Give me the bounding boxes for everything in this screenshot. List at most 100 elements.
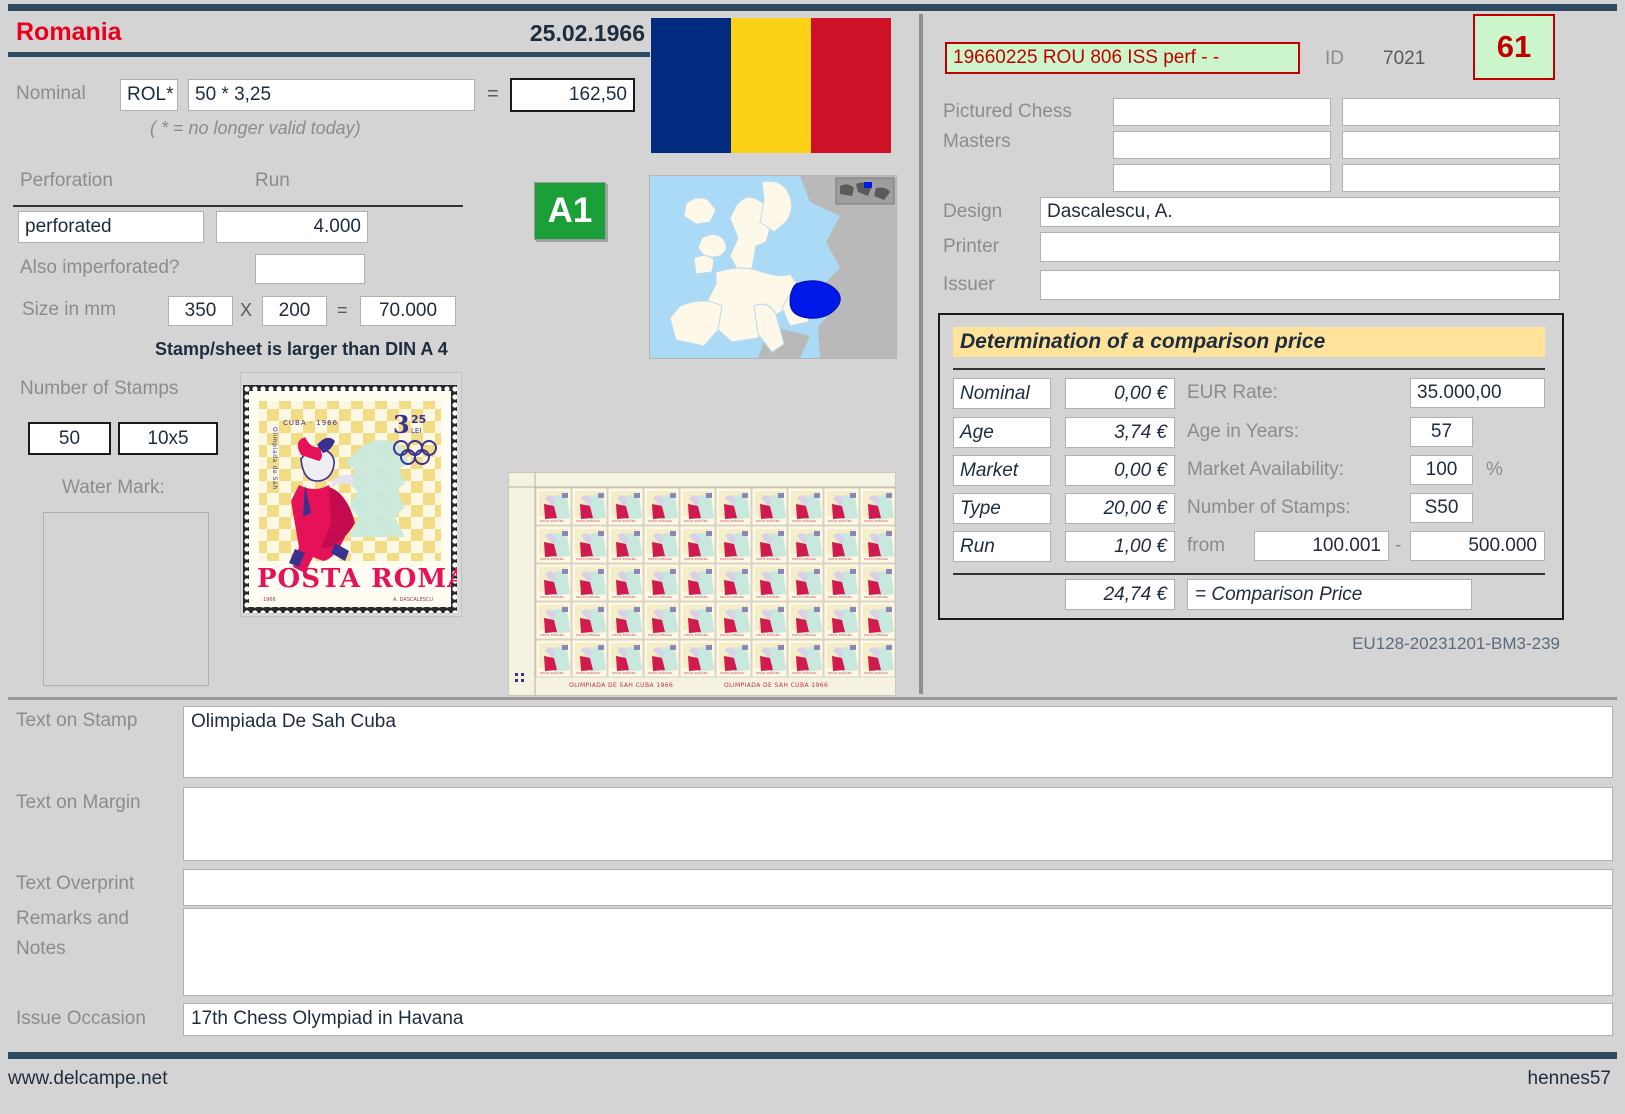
printer-field[interactable] (1040, 232, 1560, 262)
comparison-row-desc-market-availability: Market Availability: (1187, 459, 1344, 480)
text-overprint-field[interactable] (183, 869, 1613, 906)
svg-text:POSTA ROMANA: POSTA ROMANA (684, 519, 709, 523)
watermark-label: Water Mark: (62, 477, 165, 498)
comparison-row-value-market: 0,00 € (1065, 455, 1175, 486)
svg-text:OLIMPIADA DE SAH CUBA 1966: OLIMPIADA DE SAH CUBA 1966 (569, 682, 673, 689)
chess-master-field-5[interactable] (1113, 164, 1331, 192)
reference-code-field[interactable]: 19660225 ROU 806 ISS perf - - (945, 42, 1300, 74)
comparison-row-name-nominal: Nominal (953, 378, 1051, 409)
size-label: Size in mm (22, 299, 116, 320)
chess-master-field-3[interactable] (1113, 131, 1331, 159)
comparison-bottom-rule (953, 573, 1545, 575)
remarks-and-notes-field[interactable] (183, 908, 1613, 996)
text-on-stamp-label: Text on Stamp (16, 710, 138, 731)
svg-text:POSTA ROMANA: POSTA ROMANA (684, 633, 709, 637)
pictured-chess-masters-label-line2: Masters (943, 131, 1011, 152)
market-availability-field[interactable]: 100 (1410, 455, 1473, 485)
number-of-stamps-code-field[interactable]: S50 (1410, 493, 1473, 523)
issue-occasion-label: Issue Occasion (16, 1008, 146, 1029)
svg-text:POSTA ROMANA: POSTA ROMANA (792, 519, 817, 523)
nominal-equals-sign: = (487, 83, 499, 105)
chess-master-field-6[interactable] (1342, 164, 1560, 192)
comparison-price-result-label: = Comparison Price (1187, 579, 1472, 610)
svg-text:POSTA ROMANA: POSTA ROMANA (828, 595, 853, 599)
eur-rate-field[interactable]: 35.000,00 (1410, 378, 1545, 408)
svg-text:POSTA ROMANA: POSTA ROMANA (612, 595, 637, 599)
top-rule (8, 4, 1617, 11)
page-title: Romania (16, 18, 122, 46)
svg-text:POSTA ROMANA: POSTA ROMANA (576, 633, 601, 637)
svg-text:Olimpiada de Sah: Olimpiada de Sah (271, 427, 278, 490)
comparison-row-name-age: Age (953, 417, 1051, 448)
europe-map (649, 175, 897, 359)
svg-text:POSTA ROMANA: POSTA ROMANA (648, 595, 673, 599)
design-label: Design (943, 201, 1003, 222)
number-of-stamps-count-field[interactable]: 50 (28, 422, 111, 455)
svg-text:POSTA ROMANA: POSTA ROMANA (648, 671, 673, 675)
watermark-image-box[interactable] (43, 512, 209, 686)
svg-text:CUBA · 1966: CUBA · 1966 (283, 419, 338, 427)
issuer-field[interactable] (1040, 270, 1560, 300)
flag-stripe-blue (651, 18, 731, 153)
svg-text:POSTA ROMANA: POSTA ROMANA (540, 557, 565, 561)
age-in-years-field[interactable]: 57 (1410, 417, 1473, 447)
printer-label: Printer (943, 236, 999, 257)
run-range-to-field[interactable]: 500.000 (1410, 531, 1545, 561)
size-multiply-sign: X (240, 300, 253, 320)
count-badge: 61 (1473, 14, 1555, 80)
size-note: Stamp/sheet is larger than DIN A 4 (155, 339, 448, 359)
svg-text:POSTA ROMANA: POSTA ROMANA (792, 557, 817, 561)
svg-text:POSTA ROMANA: POSTA ROMANA (792, 595, 817, 599)
perforation-value-field[interactable]: perforated (18, 211, 204, 243)
stamp-image[interactable]: CUBA · 1966 Olimpiada de Sah 3 25 LEI PO… (243, 385, 457, 613)
footer-site-label: www.delcampe.net (8, 1068, 168, 1089)
comparison-row-value-run: 1,00 € (1065, 531, 1175, 562)
issue-date: 25.02.1966 (529, 20, 645, 46)
svg-text:OLIMPIADA DE SAH CUBA 1966: OLIMPIADA DE SAH CUBA 1966 (724, 682, 828, 689)
also-imperforated-label: Also imperforated? (20, 257, 180, 278)
flag-stripe-red (811, 18, 891, 153)
comparison-row-desc-number-of-stamps: Number of Stamps: (1187, 497, 1351, 518)
nominal-total-field[interactable]: 162,50 (510, 78, 635, 112)
run-value-field[interactable]: 4.000 (216, 211, 368, 243)
comparison-row-name-run: Run (953, 531, 1051, 562)
text-on-margin-field[interactable] (183, 787, 1613, 861)
comparison-row-value-age: 3,74 € (1065, 417, 1175, 448)
horizontal-divider (8, 697, 1617, 700)
nominal-label: Nominal (16, 83, 86, 104)
nominal-currency-field[interactable]: ROL* (120, 79, 178, 111)
pictured-chess-masters-label-line1: Pictured Chess (943, 101, 1072, 122)
also-imperforated-field[interactable] (255, 254, 365, 284)
issue-occasion-field[interactable]: 17th Chess Olympiad in Havana (183, 1003, 1613, 1036)
comparison-price-value: 24,74 € (1065, 579, 1175, 610)
svg-text:POSTA ROMANA: POSTA ROMANA (828, 633, 853, 637)
size-total-field[interactable]: 70.000 (360, 296, 456, 326)
chess-master-field-1[interactable] (1113, 98, 1331, 126)
comparison-row-name-market: Market (953, 455, 1051, 486)
svg-text:POSTA ROMANA: POSTA ROMANA (540, 595, 565, 599)
text-overprint-label: Text Overprint (16, 873, 135, 894)
comparison-top-rule (953, 368, 1545, 370)
svg-text:POSTA ROMANA: POSTA ROMANA (864, 519, 889, 523)
percent-sign: % (1486, 459, 1503, 480)
chess-master-field-2[interactable] (1342, 98, 1560, 126)
flag-stripe-yellow (731, 18, 811, 153)
stamp-record-page: Romania 25.02.1966 Nominal ROL* 50 * 3,2… (0, 0, 1625, 1114)
comparison-row-desc-from: from (1187, 535, 1225, 556)
design-field[interactable]: Dascalescu, A. (1040, 197, 1560, 227)
svg-text:POSTA ROMANA: POSTA ROMANA (540, 633, 565, 637)
svg-text:POSTA ROMANA: POSTA ROMANA (540, 671, 565, 675)
run-range-from-field[interactable]: 100.001 (1254, 531, 1389, 561)
comparison-row-desc-age-years: Age in Years: (1187, 421, 1299, 442)
svg-text:POSTA ROMANA: POSTA ROMANA (828, 671, 853, 675)
number-of-stamps-label: Number of Stamps (20, 378, 179, 399)
stamp-sheet-image[interactable]: POSTA ROMANA POSTA ROMANA POSTA ROMANA POST… (508, 472, 896, 696)
text-on-stamp-field[interactable]: Olimpiada De Sah Cuba (183, 706, 1613, 778)
svg-text:POSTA ROMANA: POSTA ROMANA (756, 557, 781, 561)
number-of-stamps-grid-field[interactable]: 10x5 (118, 422, 218, 455)
chess-master-field-4[interactable] (1342, 131, 1560, 159)
svg-text:POSTA ROMANA: POSTA ROMANA (720, 633, 745, 637)
nominal-expression-field[interactable]: 50 * 3,25 (188, 79, 475, 111)
size-height-field[interactable]: 200 (262, 296, 327, 326)
size-width-field[interactable]: 350 (168, 296, 233, 326)
